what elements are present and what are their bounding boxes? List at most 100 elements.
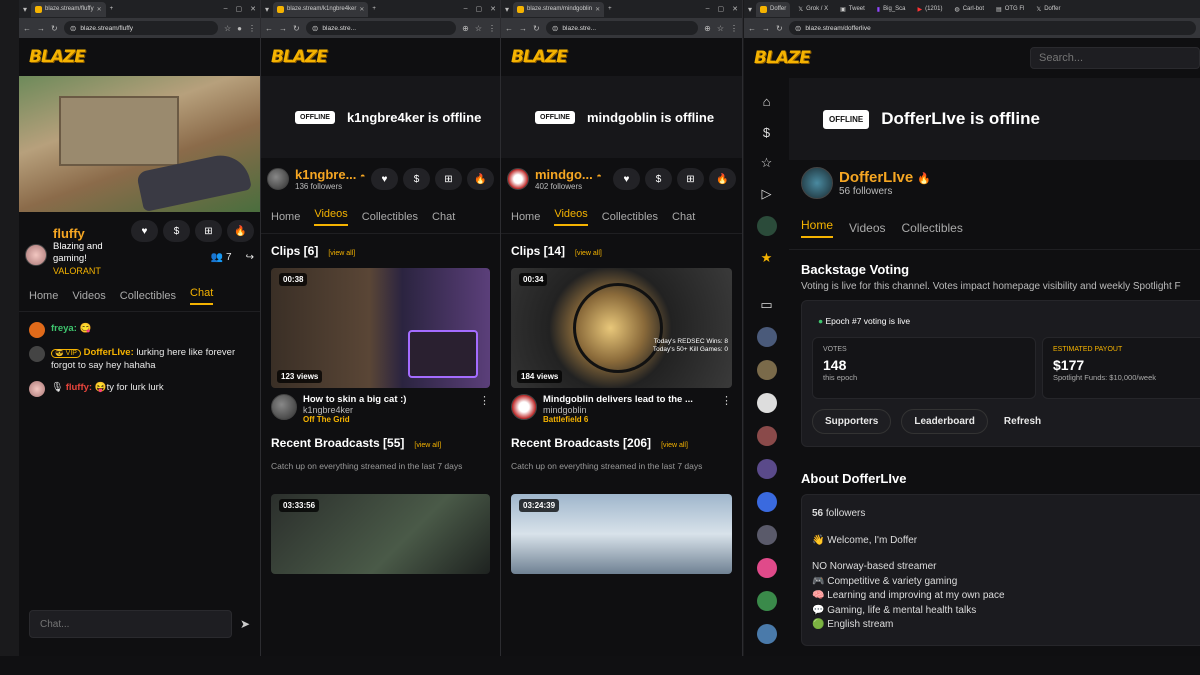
reload-icon[interactable]: ↻	[776, 24, 783, 33]
sidebar-avatar[interactable]	[756, 624, 777, 644]
chat-user[interactable]: freya:	[51, 323, 77, 334]
browser-tab[interactable]: blaze.stream/fluffy ✕	[31, 1, 106, 17]
stream-player[interactable]	[19, 76, 260, 212]
broadcast-thumbnail[interactable]: 03:24:39	[511, 494, 732, 574]
broadcast-thumbnail[interactable]: 03:33:56	[271, 494, 490, 574]
close-window-icon[interactable]: ✕	[250, 5, 256, 13]
chat-input[interactable]	[29, 610, 232, 638]
back-icon[interactable]: ←	[265, 24, 273, 33]
tip-button[interactable]: $	[645, 168, 672, 190]
forward-icon[interactable]: →	[762, 24, 770, 33]
tab-home[interactable]: Home	[511, 211, 540, 223]
new-tab-icon[interactable]: +	[608, 6, 612, 12]
new-tab-icon[interactable]: +	[110, 6, 114, 12]
sidebar-avatar[interactable]	[756, 492, 777, 512]
minimize-icon[interactable]: –	[224, 5, 228, 13]
channel-name[interactable]: DofferLIve 🔥	[839, 169, 931, 186]
site-info-icon[interactable]: ⊜	[312, 24, 319, 33]
new-tab-icon[interactable]: +	[372, 6, 376, 12]
browser-tab[interactable]: 𝕏 Doffer	[1032, 2, 1064, 17]
sidebar-avatar[interactable]	[756, 426, 777, 446]
chat-user[interactable]: fluffy:	[66, 382, 92, 393]
bookmark-icon[interactable]: ☆	[224, 24, 231, 33]
clip-author[interactable]: k1ngbre4ker	[303, 405, 406, 415]
tab-collectibles[interactable]: Collectibles	[120, 290, 176, 302]
avatar[interactable]	[271, 394, 297, 420]
play-icon[interactable]: ▷	[758, 185, 776, 203]
forward-icon[interactable]: →	[279, 24, 287, 33]
url-field[interactable]: ⊜ blaze.stream/dofferlive	[788, 21, 1196, 35]
clips-view-all-link[interactable]: [view all]	[575, 250, 602, 257]
reload-icon[interactable]: ↻	[533, 24, 540, 33]
tab-home[interactable]: Home	[801, 218, 834, 238]
game-label[interactable]: VALORANT	[53, 266, 113, 276]
share-icon[interactable]: ↪	[246, 252, 254, 263]
site-info-icon[interactable]: ⊜	[552, 24, 559, 33]
tab-menu-icon[interactable]: ▾	[23, 5, 27, 14]
clip-title[interactable]: How to skin a big cat :)	[303, 394, 406, 405]
maximize-icon[interactable]: ▢	[476, 5, 483, 13]
tab-videos[interactable]: Videos	[314, 208, 348, 226]
close-window-icon[interactable]: ✕	[732, 5, 738, 13]
more-icon[interactable]: ⋮	[730, 24, 738, 33]
tab-videos[interactable]: Videos	[72, 290, 105, 302]
home-icon[interactable]: ⌂	[758, 92, 776, 110]
sidebar-avatar[interactable]	[756, 393, 777, 413]
site-info-icon[interactable]: ⊜	[795, 24, 802, 33]
tab-collectibles[interactable]: Collectibles	[902, 221, 963, 235]
tab-chat[interactable]: Chat	[190, 287, 214, 306]
url-field[interactable]: ⊜ blaze.stre...	[545, 21, 699, 35]
back-icon[interactable]: ←	[748, 24, 756, 33]
more-icon[interactable]: ⋮	[248, 24, 256, 33]
blaze-logo[interactable]: BLAZE	[511, 47, 568, 67]
clip-thumbnail[interactable]: 00:38 123 views	[271, 268, 490, 388]
blaze-logo[interactable]: BLAZE	[29, 47, 86, 67]
boost-button[interactable]: 🔥	[709, 168, 736, 190]
refresh-button[interactable]: Refresh	[998, 410, 1047, 433]
supporters-button[interactable]: Supporters	[812, 409, 892, 434]
clip-game[interactable]: Battlefield 6	[543, 415, 693, 424]
leaderboard-button[interactable]: Leaderboard	[901, 409, 988, 434]
zoom-icon[interactable]: ⊕	[704, 24, 711, 33]
tip-button[interactable]: $	[403, 168, 430, 190]
tab-videos[interactable]: Videos	[849, 221, 885, 235]
tab-home[interactable]: Home	[29, 290, 58, 302]
maximize-icon[interactable]: ▢	[236, 5, 243, 13]
avatar[interactable]	[267, 168, 289, 190]
broadcasts-view-all-link[interactable]: [view all]	[414, 442, 441, 449]
close-tab-icon[interactable]: ✕	[97, 6, 102, 13]
sidebar-avatar[interactable]	[756, 360, 777, 380]
send-icon[interactable]: ➤	[240, 617, 250, 631]
tab-menu-icon[interactable]: ▾	[505, 5, 509, 14]
site-info-icon[interactable]: ⊜	[70, 24, 77, 33]
browser-tab[interactable]: blaze.stream/k1ngbre4ker ✕	[273, 1, 369, 17]
clip-game[interactable]: Off The Grid	[303, 415, 406, 424]
channel-name[interactable]: mindgo... ◓	[535, 167, 602, 182]
avatar[interactable]	[801, 167, 833, 199]
bookmark-icon[interactable]: ☆	[717, 24, 724, 33]
dollar-icon[interactable]: $	[758, 123, 776, 141]
forward-icon[interactable]: →	[37, 24, 45, 33]
browser-tab[interactable]: Doffer	[756, 1, 791, 17]
clips-view-all-link[interactable]: [view all]	[328, 250, 355, 257]
channel-name[interactable]: k1ngbre... ◓	[295, 167, 365, 182]
tab-menu-icon[interactable]: ▾	[748, 5, 752, 14]
browser-tab[interactable]: ▣ Tweet	[836, 2, 869, 17]
forward-icon[interactable]: →	[519, 24, 527, 33]
avatar[interactable]	[511, 394, 537, 420]
profile-icon[interactable]: ●	[237, 24, 242, 33]
browser-tab[interactable]: ▤ OTG Fl	[992, 2, 1028, 17]
back-icon[interactable]: ←	[23, 24, 31, 33]
tab-videos[interactable]: Videos	[554, 208, 588, 226]
browser-tab[interactable]: 𝕏 Grok / X	[794, 2, 832, 17]
more-options-icon[interactable]: ⋮	[721, 394, 732, 422]
video-camera-icon[interactable]: ▭	[758, 296, 776, 314]
more-icon[interactable]: ⋮	[488, 24, 496, 33]
gift-button[interactable]: ⊞	[435, 168, 462, 190]
tab-home[interactable]: Home	[271, 211, 300, 223]
tip-button[interactable]: $	[163, 220, 190, 242]
blaze-logo[interactable]: BLAZE	[271, 47, 328, 67]
tab-collectibles[interactable]: Collectibles	[362, 211, 418, 223]
channel-name[interactable]: fluffy	[53, 226, 113, 241]
tab-menu-icon[interactable]: ▾	[265, 5, 269, 14]
